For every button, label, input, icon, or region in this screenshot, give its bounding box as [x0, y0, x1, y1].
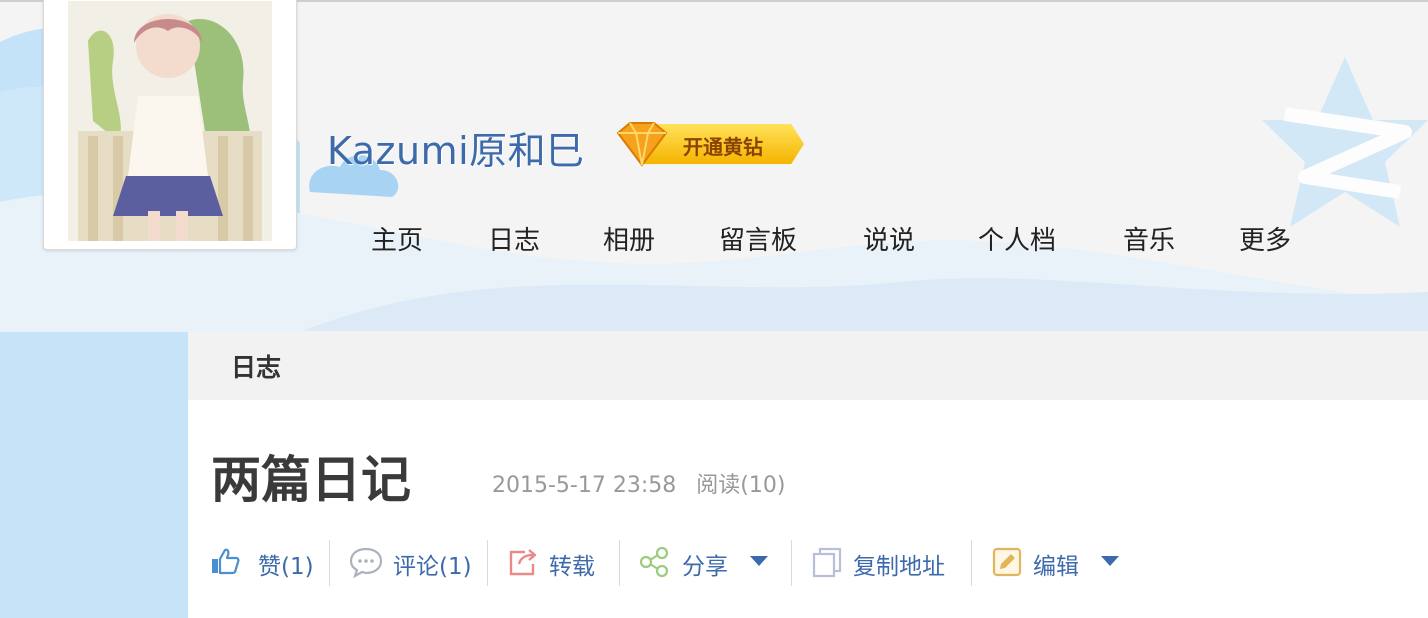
post-title: 两篇日记 — [211, 451, 411, 509]
nav-item-home[interactable]: 主页 — [371, 220, 423, 257]
like-button[interactable]: 赞(1) — [210, 540, 315, 584]
comment-button[interactable]: 评论(1) — [349, 540, 474, 584]
share-button[interactable]: 分享 — [638, 540, 773, 584]
action-divider — [619, 540, 620, 586]
share-label: 分享 — [682, 554, 728, 580]
share-dropdown-caret-icon — [750, 556, 768, 566]
action-divider — [329, 540, 330, 586]
copy-link-button[interactable]: 复制地址 — [811, 540, 951, 584]
copy-link-label: 复制地址 — [853, 554, 945, 580]
thumbs-up-icon — [212, 548, 240, 575]
action-divider — [791, 540, 792, 586]
repost-arrow-icon — [509, 549, 537, 576]
nav-item-album[interactable]: 相册 — [603, 220, 655, 257]
edit-dropdown-caret-icon — [1101, 556, 1119, 566]
share-nodes-icon — [639, 546, 669, 578]
vip-badge-label: 开通黄钻 — [683, 135, 763, 159]
nav-item-music[interactable]: 音乐 — [1123, 220, 1175, 257]
repost-label: 转载 — [549, 554, 595, 580]
nav-item-guestbook[interactable]: 留言板 — [719, 220, 797, 257]
action-divider — [487, 540, 488, 586]
avatar[interactable] — [43, 0, 297, 250]
speech-bubble-icon — [349, 547, 383, 578]
section-header: 日志 — [188, 331, 1428, 400]
avatar-image — [68, 1, 272, 241]
post-views: 阅读(10) — [696, 473, 786, 498]
nav-item-more[interactable]: 更多 — [1239, 220, 1291, 257]
nav-item-blog[interactable]: 日志 — [488, 220, 540, 257]
section-title: 日志 — [231, 353, 282, 382]
nav-item-profile[interactable]: 个人档 — [978, 220, 1056, 257]
edit-label: 编辑 — [1033, 554, 1079, 580]
edit-button[interactable]: 编辑 — [991, 540, 1126, 584]
comment-label: 评论(1) — [393, 554, 472, 580]
action-divider — [971, 540, 972, 586]
edit-pencil-icon — [992, 547, 1022, 577]
like-label: 赞(1) — [258, 554, 314, 580]
diamond-icon — [616, 122, 668, 167]
profile-nickname[interactable]: Kazumi原和巳 — [327, 120, 585, 175]
post-date: 2015-5-17 23:58 — [492, 473, 677, 498]
vip-upgrade-button[interactable]: 开通黄钻 — [610, 121, 810, 167]
repost-button[interactable]: 转载 — [507, 540, 602, 584]
post-meta: 2015-5-17 23:58 阅读(10) — [492, 467, 785, 499]
copy-icon — [812, 547, 842, 578]
nav-item-moments[interactable]: 说说 — [863, 220, 915, 257]
